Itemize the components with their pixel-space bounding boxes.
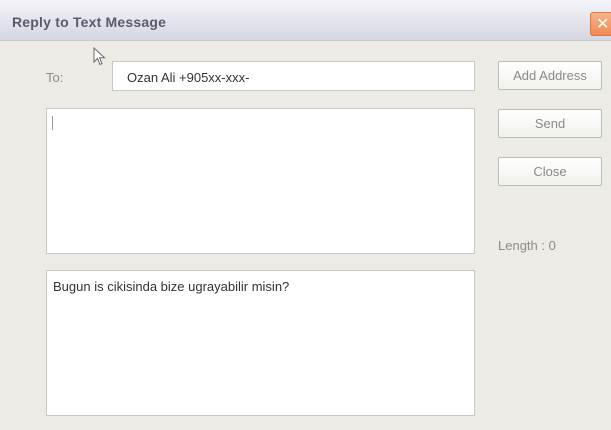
to-label: To: [46,70,64,85]
mouse-pointer-icon [93,47,106,66]
message-textarea[interactable]: Bugun is cikisinda bize ugrayabilir misi… [46,270,475,416]
dialog-title: Reply to Text Message [12,14,167,30]
reply-textarea[interactable] [46,108,475,254]
length-counter: Length : 0 [498,238,556,253]
close-window-button[interactable]: ✕ [590,12,611,36]
send-button[interactable]: Send [498,109,602,138]
title-bar[interactable]: Reply to Text Message ✕ [0,0,611,41]
close-icon: ✕ [596,14,610,33]
recipient-field[interactable]: Ozan Ali +905xx-xxx- [112,61,475,91]
message-text: Bugun is cikisinda bize ugrayabilir misi… [53,279,290,294]
close-button[interactable]: Close [498,157,602,186]
text-caret [52,116,53,130]
add-address-button[interactable]: Add Address [498,61,602,90]
reply-dialog: Reply to Text Message ✕ To: Ozan Ali +90… [0,0,611,430]
